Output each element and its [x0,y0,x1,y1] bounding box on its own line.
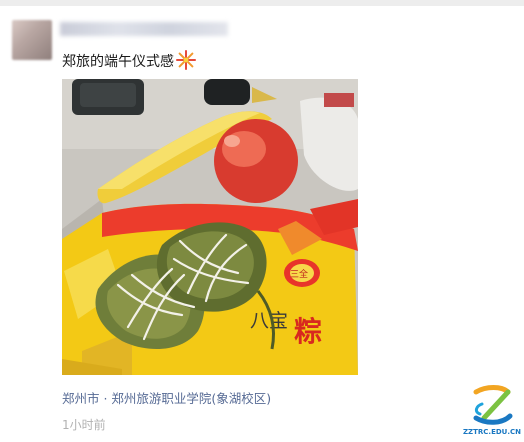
username-blurred[interactable] [60,22,228,36]
logo-emblem-icon [473,385,513,425]
zongzi-photo: 三全 八宝 粽 [62,79,358,375]
post-text: 郑旅的端午仪式感 [62,50,196,76]
post-text-content: 郑旅的端午仪式感 [62,54,174,70]
post-time: 1小时前 [62,418,106,432]
top-bar [0,0,524,6]
svg-text:三全: 三全 [290,268,308,280]
watermark-text: ZZTRC.EDU.CN [462,428,522,436]
post-photo[interactable]: 三全 八宝 粽 [62,79,358,375]
location-link[interactable]: 郑州市 · 郑州旅游职业学院(象湖校区) [62,388,271,407]
package-text-zong: 粽 [294,315,322,348]
watermark-logo: ZZTRC.EDU.CN [462,384,522,440]
firework-icon [176,50,196,76]
user-avatar[interactable] [12,20,52,60]
